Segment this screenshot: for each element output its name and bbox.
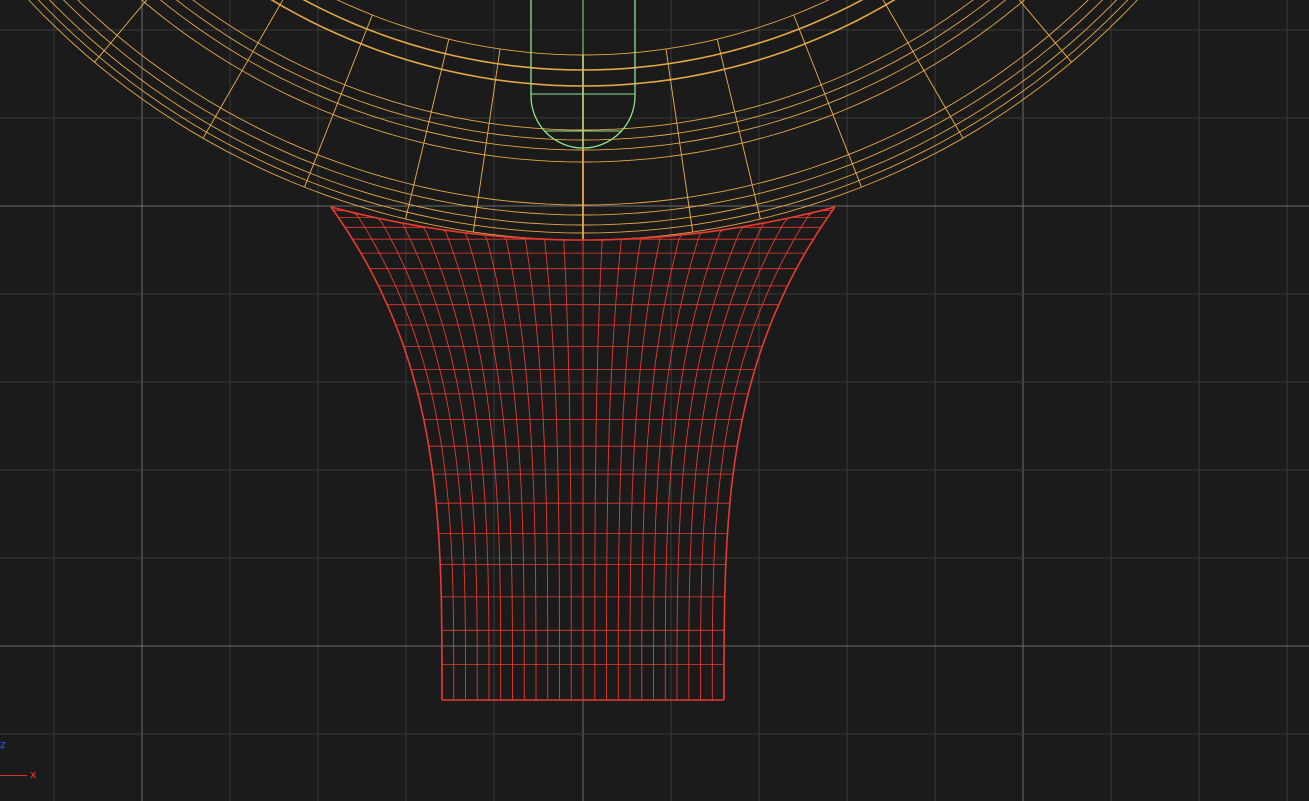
mesh-column <box>435 228 502 701</box>
rim-ring <box>175 0 991 141</box>
mesh-column <box>414 224 490 700</box>
mesh-column <box>664 228 731 700</box>
rim-spoke <box>304 14 373 188</box>
orthographic-viewport[interactable]: z x <box>0 0 1309 801</box>
scene-canvas[interactable] <box>0 0 1309 801</box>
rim-ring <box>28 0 1138 241</box>
rim-spoke <box>793 14 862 188</box>
mesh-column <box>711 211 815 700</box>
wheel-rim-wireframe[interactable] <box>0 0 1309 241</box>
mesh-column <box>676 224 752 700</box>
axis-z-label: z <box>0 738 6 751</box>
rim-ring <box>77 0 1089 206</box>
rim-ring <box>159 0 1007 151</box>
mesh-column <box>723 206 836 700</box>
mesh-column <box>330 206 443 700</box>
rim-ring <box>270 0 896 87</box>
axis-gizmo: z x <box>0 730 60 790</box>
handle-slot-wireframe[interactable] <box>530 0 636 149</box>
mesh-column <box>700 216 794 700</box>
mesh-column <box>688 220 773 700</box>
rim-ring <box>302 0 864 71</box>
axis-x-label: x <box>30 768 37 781</box>
rim-ring <box>48 0 1118 226</box>
mesh-column <box>351 211 455 701</box>
grid <box>0 0 1309 801</box>
axis-x-line <box>0 775 27 776</box>
rim-ring <box>62 0 1104 216</box>
rim-ring <box>192 0 974 131</box>
mesh-column <box>372 216 466 700</box>
